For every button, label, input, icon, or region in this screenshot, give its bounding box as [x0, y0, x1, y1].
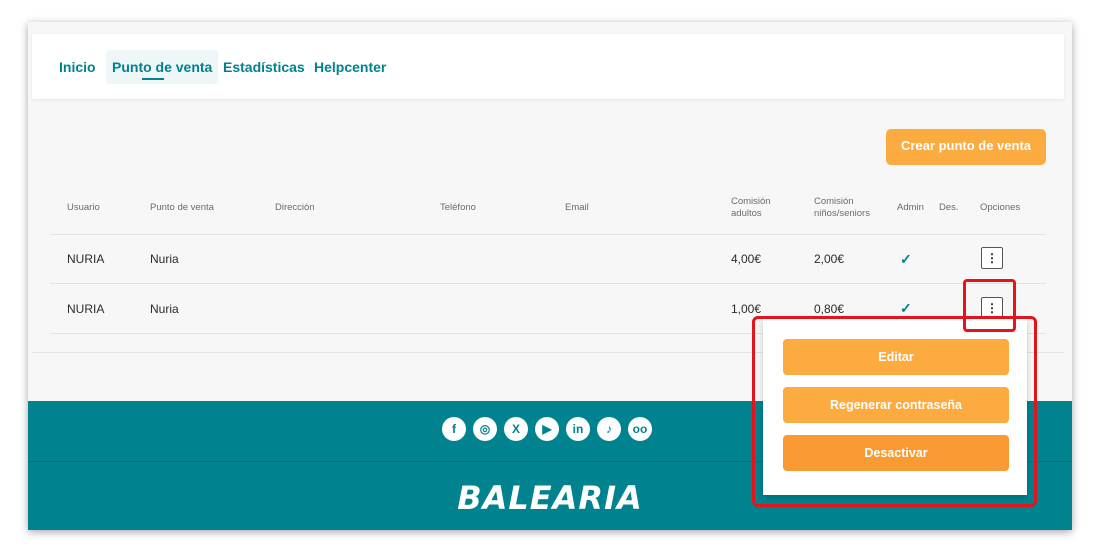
cell-usuario: NURIA: [67, 302, 105, 316]
instagram-icon[interactable]: ◎: [473, 417, 497, 441]
header-comision-adultos-line1: Comisión: [731, 196, 771, 207]
highlight-dropdown-menu: [752, 316, 1037, 507]
row-divider: [50, 234, 1046, 235]
create-point-of-sale-button[interactable]: Crear punto de venta: [886, 129, 1046, 165]
cell-comision-adultos: 4,00€: [731, 252, 762, 266]
top-navigation: Inicio Punto de venta Estadísticas Helpc…: [32, 34, 1064, 99]
cell-usuario: NURIA: [67, 252, 105, 266]
youtube-icon[interactable]: ▶: [535, 417, 559, 441]
tab-punto-de-venta[interactable]: Punto de venta: [106, 50, 219, 84]
header-comision-ninos: Comisión niños/seniors: [814, 196, 870, 220]
linkedin-icon[interactable]: in: [566, 417, 590, 441]
cell-punto-de-venta: Nuria: [150, 302, 179, 316]
header-comision-ninos-line1: Comisión: [814, 196, 854, 207]
header-direccion: Dirección: [275, 202, 315, 213]
active-tab-underline: [142, 78, 164, 80]
header-des: Des.: [939, 202, 959, 213]
header-punto-de-venta: Punto de venta: [150, 202, 214, 213]
tiktok-icon[interactable]: ♪: [597, 417, 621, 441]
tab-inicio[interactable]: Inicio: [54, 50, 101, 84]
options-menu-button[interactable]: ⋮: [981, 247, 1003, 269]
header-usuario: Usuario: [67, 202, 100, 213]
tripadvisor-icon[interactable]: oo: [628, 417, 652, 441]
tab-punto-de-venta-label: Punto de venta: [112, 59, 213, 75]
header-admin: Admin: [897, 202, 924, 213]
tab-estadisticas[interactable]: Estadísticas: [218, 50, 310, 84]
tab-helpcenter[interactable]: Helpcenter: [309, 50, 391, 84]
header-opciones: Opciones: [980, 202, 1021, 213]
cell-punto-de-venta: Nuria: [150, 252, 179, 266]
cell-comision-adultos: 1,00€: [731, 302, 762, 316]
header-comision-ninos-line2: niños/seniors: [814, 208, 870, 219]
header-comision-adultos-line2: adultos: [731, 208, 762, 219]
cell-comision-ninos: 2,00€: [814, 252, 845, 266]
header-email: Email: [565, 202, 589, 213]
header-telefono: Teléfono: [440, 202, 476, 213]
cell-comision-ninos: 0,80€: [814, 302, 845, 316]
x-icon[interactable]: X: [504, 417, 528, 441]
header-comision-adultos: Comisión adultos: [731, 196, 771, 220]
check-icon: ✓: [900, 300, 912, 316]
check-icon: ✓: [900, 251, 912, 267]
row-divider: [50, 283, 1046, 284]
facebook-icon[interactable]: f: [442, 417, 466, 441]
